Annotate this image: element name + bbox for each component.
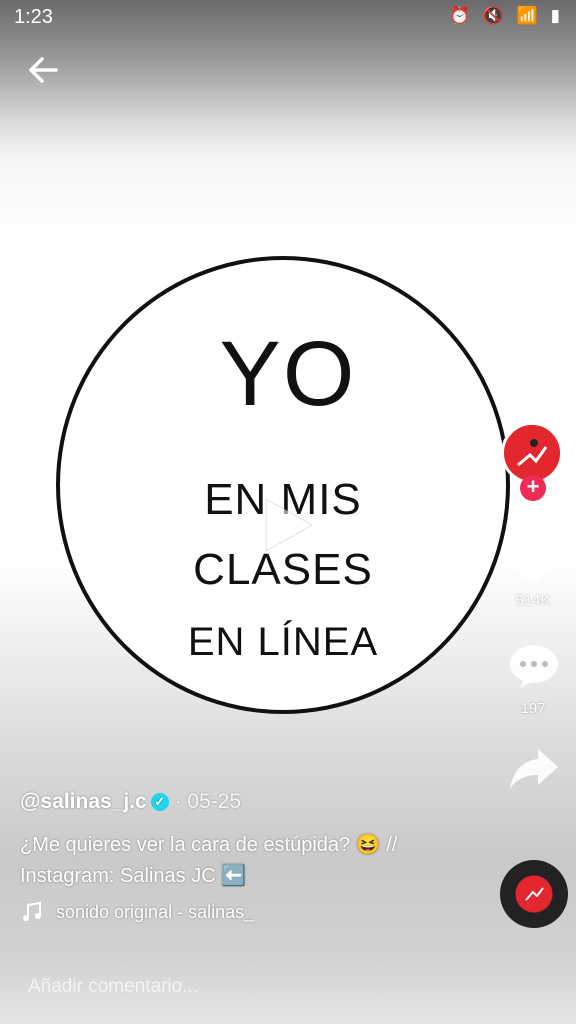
- music-disc-button[interactable]: [500, 860, 568, 928]
- arrow-left-icon: [29, 57, 58, 83]
- share-icon: [510, 749, 558, 789]
- comment-button[interactable]: [506, 642, 562, 690]
- sound-name[interactable]: sonido original - salinas_: [56, 902, 254, 923]
- status-bar: 1:23 ⏰ 🔇 📶 ▮: [0, 0, 576, 34]
- follow-button[interactable]: +: [520, 475, 546, 501]
- like-button[interactable]: [506, 540, 562, 588]
- like-count: 514K: [515, 592, 551, 609]
- comment-input[interactable]: [26, 973, 450, 1001]
- comment-icon: [510, 645, 558, 688]
- caption-username-row[interactable]: @salinas_j.c ✓ · 05-25: [20, 790, 241, 814]
- heart-icon: [510, 543, 558, 584]
- verified-badge-icon: ✓: [150, 793, 169, 812]
- share-button[interactable]: [506, 745, 562, 793]
- play-icon[interactable]: [258, 495, 318, 555]
- disc-icon: [518, 878, 550, 910]
- music-note-icon: [20, 900, 44, 924]
- post-date: · 05-25: [174, 790, 242, 813]
- status-time: 1:23: [14, 6, 53, 28]
- caption-description[interactable]: ¿Me quieres ver la cara de estúpida? 😆 /…: [20, 830, 480, 892]
- video-text-yo: YO: [219, 323, 357, 425]
- comment-bar: [0, 955, 576, 1024]
- status-icons: ⏰ 🔇 📶 ▮: [448, 6, 564, 25]
- back-button[interactable]: [22, 50, 66, 90]
- video-text-line3: EN LÍNEA: [187, 620, 379, 664]
- username[interactable]: @salinas_j.c: [20, 790, 147, 813]
- comment-count: 197: [520, 700, 546, 717]
- avatar-image: [504, 425, 560, 481]
